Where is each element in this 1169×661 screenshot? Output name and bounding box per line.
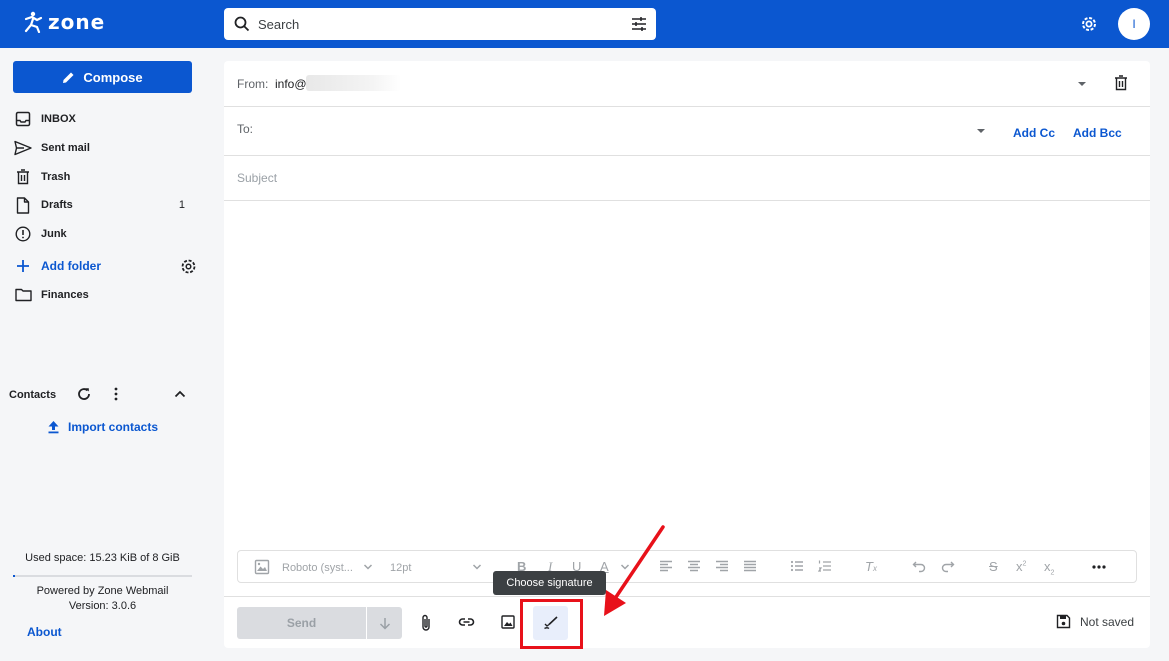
compose-button[interactable]: Compose — [13, 61, 192, 93]
folder-settings-gear-icon[interactable] — [180, 258, 197, 275]
chevron-down-icon[interactable] — [363, 562, 373, 572]
sidebar-item-trash[interactable]: Trash — [13, 166, 193, 188]
annotation-arrow-icon — [604, 525, 665, 616]
font-family-select[interactable]: Roboto (syst... — [282, 562, 353, 574]
contacts-label: Contacts — [9, 389, 57, 401]
upload-icon — [48, 421, 59, 434]
formatting-toolbar: Roboto (syst... 12pt B I U A Tx S x2 x2 — [237, 550, 1137, 583]
refresh-icon[interactable] — [76, 386, 92, 402]
chevron-up-icon[interactable] — [172, 386, 188, 402]
more-horizontal-icon[interactable] — [1092, 565, 1106, 569]
from-value: info@ — [275, 77, 307, 91]
sidebar-item-label: Drafts — [41, 199, 73, 211]
divider — [224, 596, 1150, 597]
subscript-icon[interactable]: x2 — [1044, 559, 1054, 577]
used-space-fill — [13, 575, 16, 577]
about-link[interactable]: About — [27, 625, 62, 639]
send-button[interactable]: Send — [237, 607, 366, 639]
bullet-list-icon[interactable] — [790, 559, 804, 573]
sidebar-item-label: Junk — [41, 228, 67, 240]
zone-logo[interactable]: zone — [24, 10, 105, 34]
redacted-email-blur — [306, 75, 401, 91]
sidebar-item-sent-mail[interactable]: Sent mail — [13, 137, 193, 159]
send-icon — [13, 140, 33, 156]
compose-label: Compose — [83, 69, 143, 85]
save-disk-icon — [1056, 614, 1071, 629]
sidebar-item-label: INBOX — [41, 113, 76, 125]
chevron-down-icon[interactable] — [472, 562, 482, 572]
add-folder-button[interactable]: Add folder — [13, 255, 193, 277]
sidebar-item-label: Sent mail — [41, 142, 90, 154]
paperclip-icon[interactable] — [419, 614, 433, 632]
sidebar-item-label: Finances — [41, 289, 89, 301]
discard-draft-trash-icon[interactable] — [1114, 75, 1128, 91]
alert-circle-icon — [13, 226, 33, 242]
search-input[interactable] — [258, 16, 618, 32]
powered-by-block: Powered by Zone Webmail Version: 3.0.6 — [13, 584, 192, 614]
sidebar-item-inbox[interactable]: INBOX — [13, 108, 193, 130]
drafts-count-badge: 1 — [178, 199, 185, 211]
runner-logo-icon — [24, 11, 43, 33]
plus-icon — [13, 259, 33, 273]
add-folder-label: Add folder — [41, 259, 101, 273]
arrow-down-icon — [379, 617, 390, 630]
sidebar-item-finances[interactable]: Finances — [13, 284, 193, 306]
save-status-text: Not saved — [1080, 614, 1135, 629]
font-size-select[interactable]: 12pt — [390, 562, 411, 574]
redo-icon[interactable] — [941, 559, 955, 573]
top-bar: zone I — [0, 0, 1169, 48]
subject-field[interactable]: Subject — [224, 156, 1150, 201]
inbox-icon — [13, 111, 33, 127]
align-center-icon[interactable] — [687, 559, 701, 573]
strikethrough-icon[interactable]: S — [989, 559, 998, 574]
trash-icon — [13, 169, 33, 185]
choose-signature-tooltip: Choose signature — [493, 571, 606, 595]
insert-image-icon[interactable] — [254, 559, 270, 575]
logo-text: zone — [48, 10, 106, 34]
contacts-header: Contacts — [9, 385, 194, 405]
import-contacts-button[interactable]: Import contacts — [47, 420, 158, 434]
pencil-icon — [63, 72, 74, 83]
tune-filter-icon[interactable] — [630, 15, 648, 33]
annotation-highlight-box — [520, 599, 583, 649]
compose-panel: From: info@ To: Add Cc Add Bcc Subject R… — [224, 61, 1150, 648]
message-body-editor[interactable] — [224, 202, 1150, 542]
align-justify-icon[interactable] — [743, 559, 757, 573]
from-field[interactable]: From: info@ — [224, 61, 1150, 107]
send-later-button[interactable] — [367, 607, 402, 639]
settings-gear-icon[interactable] — [1079, 14, 1099, 34]
folder-icon — [13, 288, 33, 302]
to-dropdown-caret-icon[interactable] — [977, 129, 985, 133]
align-right-icon[interactable] — [715, 559, 729, 573]
inline-image-icon[interactable] — [501, 615, 515, 629]
to-field[interactable]: To: Add Cc Add Bcc — [224, 107, 1150, 156]
from-dropdown-caret-icon[interactable] — [1078, 82, 1086, 86]
search-bar[interactable] — [224, 8, 656, 40]
sidebar-item-drafts[interactable]: Drafts 1 — [13, 194, 193, 216]
import-contacts-label: Import contacts — [68, 420, 159, 434]
version-text: Version: 3.0.6 — [68, 600, 137, 612]
used-space-bar — [13, 575, 192, 577]
undo-icon[interactable] — [912, 559, 926, 573]
sidebar-item-label: Trash — [41, 171, 71, 183]
from-label: From: — [237, 77, 269, 91]
sidebar-item-junk[interactable]: Junk — [13, 223, 193, 245]
more-vertical-icon[interactable] — [108, 386, 124, 402]
user-avatar[interactable]: I — [1118, 8, 1150, 40]
numbered-list-icon[interactable] — [818, 559, 832, 573]
powered-by-text: Powered by Zone Webmail — [36, 585, 169, 597]
subject-input[interactable]: Subject — [237, 171, 277, 185]
add-cc-button[interactable]: Add Cc — [1013, 126, 1055, 140]
save-status: Not saved — [1056, 614, 1134, 629]
superscript-icon[interactable]: x2 — [1016, 559, 1026, 574]
clear-formatting-icon[interactable]: Tx — [865, 559, 877, 574]
draft-icon — [13, 196, 33, 214]
add-bcc-button[interactable]: Add Bcc — [1073, 126, 1122, 140]
search-icon — [234, 16, 250, 32]
to-label: To: — [237, 122, 254, 136]
used-space-text: Used space: 15.23 KiB of 8 GiB — [25, 552, 180, 564]
link-icon[interactable] — [458, 616, 475, 628]
